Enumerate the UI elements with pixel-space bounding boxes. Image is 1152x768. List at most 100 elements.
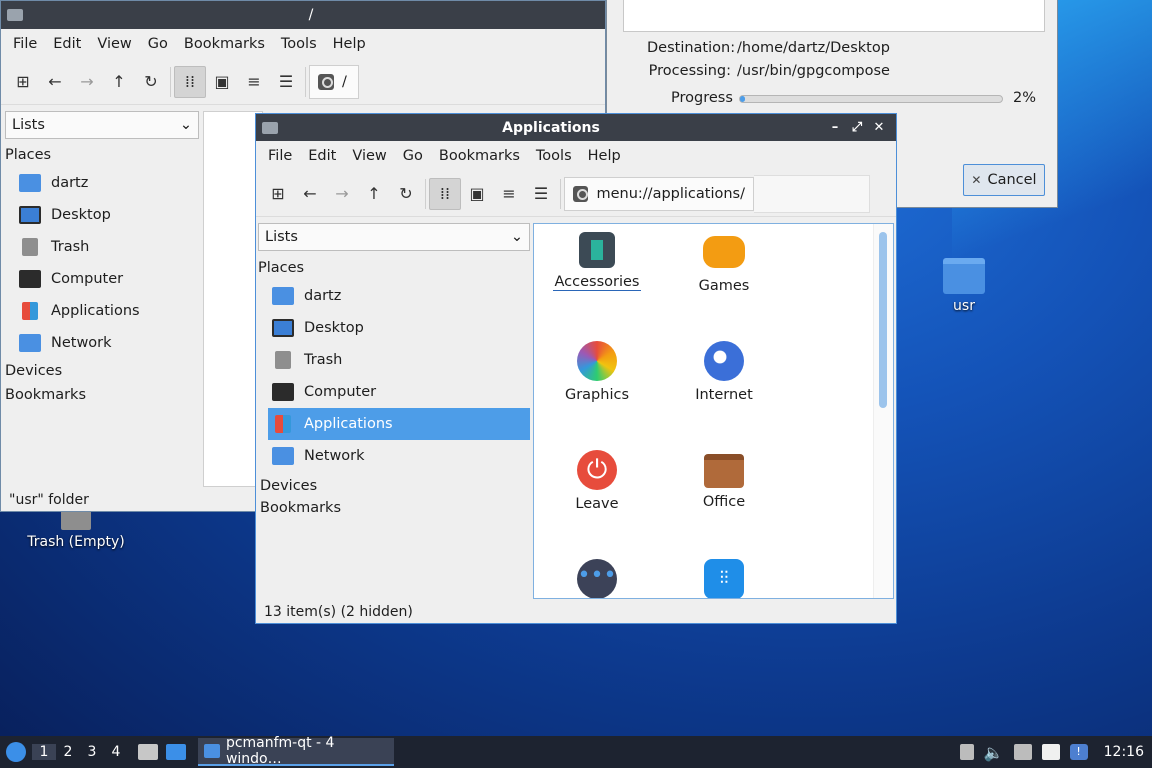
icon-view-icon[interactable]: ⁞⁞ xyxy=(174,65,206,98)
detailed-view-icon[interactable]: ☰ xyxy=(525,178,557,210)
desktop-icon xyxy=(272,319,294,337)
back-places-header[interactable]: Places xyxy=(5,143,199,167)
app-other[interactable]: ••• xyxy=(542,559,652,598)
app-internet[interactable]: Internet xyxy=(669,341,779,403)
back-place-dartz[interactable]: dartz xyxy=(5,167,199,199)
detailed-view-icon[interactable]: ☰ xyxy=(270,66,302,98)
network-status-icon[interactable] xyxy=(1013,744,1032,760)
workspace-4[interactable]: 4 xyxy=(104,744,128,760)
app-accessories[interactable]: Accessories xyxy=(542,232,652,291)
app-graphics[interactable]: Graphics xyxy=(542,341,652,403)
clock[interactable]: 12:16 xyxy=(1104,744,1144,760)
app-games[interactable]: Games xyxy=(669,232,779,294)
menu-file[interactable]: File xyxy=(260,148,300,164)
front-devices-header[interactable]: Devices xyxy=(258,472,530,498)
app-leave[interactable]: ⏻ Leave xyxy=(542,450,652,512)
thumbnail-view-icon[interactable]: ▣ xyxy=(206,66,238,98)
app-settings[interactable]: ⫶⫶ xyxy=(669,559,779,598)
workspace-3[interactable]: 3 xyxy=(80,744,104,760)
network-icon xyxy=(272,447,294,465)
tray-arrow-icon[interactable] xyxy=(959,744,974,760)
cancel-button[interactable]: ✕ Cancel xyxy=(963,164,1045,196)
menu-go[interactable]: Go xyxy=(395,148,431,164)
processing-value: /usr/bin/gpgcompose xyxy=(737,63,890,79)
toolbar-separator xyxy=(425,178,426,209)
back-titlebar[interactable]: / xyxy=(1,1,605,29)
back-place-network[interactable]: Network xyxy=(5,327,199,359)
front-place-applications[interactable]: Applications xyxy=(268,408,530,440)
front-place-trash[interactable]: Trash xyxy=(258,344,530,376)
icon-view-icon[interactable]: ⁞⁞ xyxy=(429,177,461,210)
back-side-combo[interactable]: Lists ⌄ xyxy=(5,111,199,139)
back-toolbar: ⊞ ← → ↑ ↻ ⁞⁞ ▣ ≡ ☰ / xyxy=(1,59,605,105)
thumbnail-view-icon[interactable]: ▣ xyxy=(461,178,493,210)
menu-file[interactable]: File xyxy=(5,36,45,52)
folder-icon xyxy=(943,258,985,294)
up-arrow-icon[interactable]: ↑ xyxy=(358,178,390,210)
compact-view-icon[interactable]: ≡ xyxy=(238,66,270,98)
menu-tools[interactable]: Tools xyxy=(273,36,325,52)
volume-icon[interactable]: 🔈 xyxy=(984,743,1004,762)
forward-arrow-icon[interactable]: → xyxy=(326,178,358,210)
back-place-desktop[interactable]: Desktop xyxy=(5,199,199,231)
computer-icon xyxy=(19,270,41,288)
maximize-icon[interactable]: ⤢ xyxy=(846,120,868,135)
front-path-bar[interactable]: menu://applications/ xyxy=(564,176,754,211)
new-tab-icon[interactable]: ⊞ xyxy=(262,178,294,210)
show-desktop-icon[interactable] xyxy=(138,744,158,760)
reload-icon[interactable]: ↻ xyxy=(135,66,167,98)
briefcase-icon xyxy=(704,454,744,488)
desktop-usr-folder[interactable]: usr xyxy=(934,258,994,314)
front-place-desktop[interactable]: Desktop xyxy=(258,312,530,344)
front-place-computer[interactable]: Computer xyxy=(258,376,530,408)
workspace-2[interactable]: 2 xyxy=(56,744,80,760)
front-toolbar: ⊞ ← → ↑ ↻ ⁞⁞ ▣ ≡ ☰ menu://applications/ xyxy=(256,171,896,217)
back-place-trash[interactable]: Trash xyxy=(5,231,199,263)
app-office[interactable]: Office xyxy=(669,450,779,510)
new-tab-icon[interactable]: ⊞ xyxy=(7,66,39,98)
front-titlebar[interactable]: Applications – ⤢ ✕ xyxy=(256,114,896,141)
front-places-header[interactable]: Places xyxy=(258,256,530,280)
file-manager-launcher-icon[interactable] xyxy=(166,744,186,760)
forward-arrow-icon[interactable]: → xyxy=(71,66,103,98)
start-menu-icon[interactable] xyxy=(0,736,32,768)
desktop-trash[interactable]: Trash (Empty) xyxy=(20,508,132,550)
menu-help[interactable]: Help xyxy=(325,36,374,52)
menu-edit[interactable]: Edit xyxy=(45,36,89,52)
compact-view-icon[interactable]: ≡ xyxy=(493,178,525,210)
menu-edit[interactable]: Edit xyxy=(300,148,344,164)
reload-icon[interactable]: ↻ xyxy=(390,178,422,210)
folder-icon xyxy=(262,121,278,134)
front-side-combo[interactable]: Lists ⌄ xyxy=(258,223,530,251)
back-place-computer[interactable]: Computer xyxy=(5,263,199,295)
workspace-1[interactable]: 1 xyxy=(32,744,56,760)
taskbar-window-button[interactable]: pcmanfm-qt - 4 windo… xyxy=(198,735,394,767)
menu-tools[interactable]: Tools xyxy=(528,148,580,164)
menu-view[interactable]: View xyxy=(344,148,394,164)
back-devices-header[interactable]: Devices xyxy=(5,359,199,383)
close-icon[interactable]: ✕ xyxy=(868,120,890,135)
applications-grid[interactable]: Accessories Games Graphics Internet ⏻ Le… xyxy=(533,223,894,599)
clipboard-icon[interactable] xyxy=(1041,744,1060,760)
back-arrow-icon[interactable]: ← xyxy=(39,66,71,98)
front-place-dartz[interactable]: dartz xyxy=(258,280,530,312)
back-place-applications[interactable]: Applications xyxy=(5,295,199,327)
grid-scrollbar-thumb[interactable] xyxy=(879,232,887,408)
back-arrow-icon[interactable]: ← xyxy=(294,178,326,210)
menu-help[interactable]: Help xyxy=(580,148,629,164)
up-arrow-icon[interactable]: ↑ xyxy=(103,66,135,98)
place-label: Applications xyxy=(304,416,393,432)
minimize-icon[interactable]: – xyxy=(824,120,846,135)
menu-view[interactable]: View xyxy=(89,36,139,52)
back-path-bar[interactable]: / xyxy=(309,64,359,99)
notification-icon[interactable]: ! xyxy=(1069,744,1088,760)
front-place-network[interactable]: Network xyxy=(258,440,530,472)
home-folder-icon xyxy=(272,287,294,305)
menu-bookmarks[interactable]: Bookmarks xyxy=(176,36,273,52)
menu-bookmarks[interactable]: Bookmarks xyxy=(431,148,528,164)
back-bookmarks-header[interactable]: Bookmarks xyxy=(5,383,199,407)
menu-go[interactable]: Go xyxy=(140,36,176,52)
back-file-view[interactable] xyxy=(203,111,263,487)
front-bookmarks-header[interactable]: Bookmarks xyxy=(258,498,530,520)
applications-window[interactable]: Applications – ⤢ ✕ File Edit View Go Boo… xyxy=(255,113,897,624)
